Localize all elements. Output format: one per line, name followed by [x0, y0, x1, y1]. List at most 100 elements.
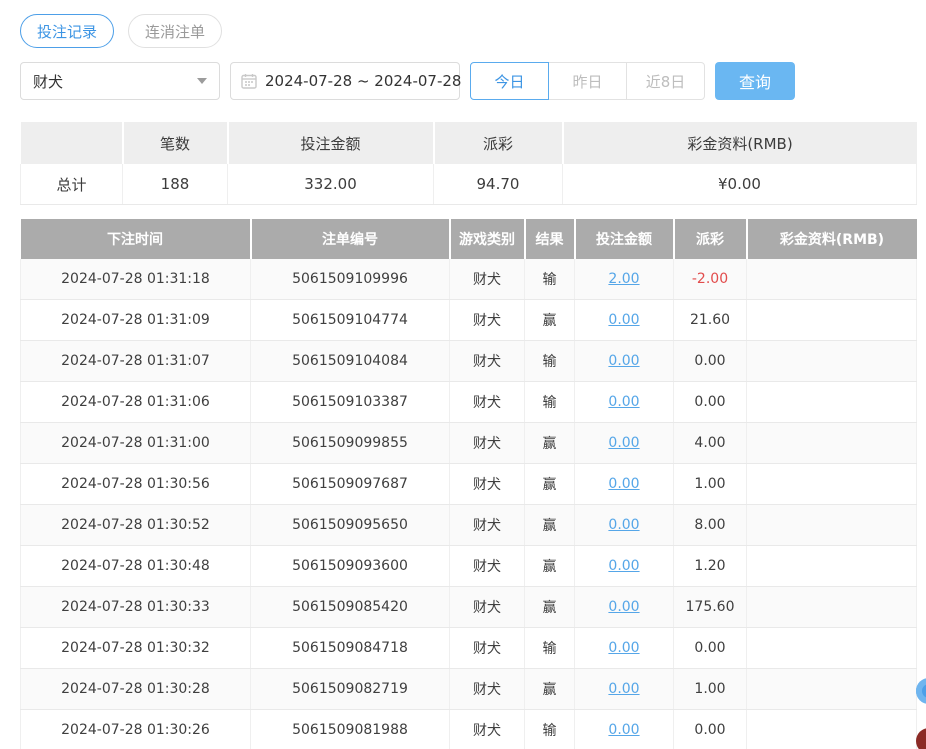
bet-amount-link[interactable]: 0.00 — [608, 599, 639, 615]
records-header-result: 结果 — [525, 219, 575, 259]
result: 赢 — [525, 300, 575, 341]
bet-amount-link[interactable]: 0.00 — [608, 353, 639, 369]
bet-amount-link[interactable]: 2.00 — [608, 271, 639, 287]
table-row: 2024-07-28 01:30:26 5061509081988 财犬 输 0… — [21, 710, 917, 749]
order-number: 5061509104774 — [251, 300, 450, 341]
tab-cancelled-orders[interactable]: 连消注单 — [128, 14, 222, 48]
betting-records-page: 投注记录 连消注单 财犬 2024-07-28 — [0, 0, 926, 749]
floating-button-blue[interactable] — [916, 678, 926, 704]
bet-amount-link[interactable]: 0.00 — [608, 394, 639, 410]
bonus-amount — [747, 423, 917, 464]
payout-amount: 0.00 — [674, 628, 747, 669]
order-number: 5061509099855 — [251, 423, 450, 464]
result: 赢 — [525, 505, 575, 546]
order-number: 5061509082719 — [251, 669, 450, 710]
bet-amount-cell: 2.00 — [575, 259, 674, 300]
bonus-amount — [747, 710, 917, 749]
quick-range-yesterday[interactable]: 昨日 — [548, 62, 627, 100]
table-row: 2024-07-28 01:31:06 5061509103387 财犬 输 0… — [21, 382, 917, 423]
order-number: 5061509081988 — [251, 710, 450, 749]
game-type: 财犬 — [450, 628, 525, 669]
date-range-input[interactable]: 2024-07-28 ~ 2024-07-28 — [230, 62, 460, 100]
bet-amount-cell: 0.00 — [575, 300, 674, 341]
bonus-amount — [747, 546, 917, 587]
table-row: 2024-07-28 01:30:52 5061509095650 财犬 赢 0… — [21, 505, 917, 546]
summary-total-payout: 94.70 — [434, 164, 563, 205]
bonus-amount — [747, 259, 917, 300]
bet-time: 2024-07-28 01:30:32 — [21, 628, 251, 669]
payout-amount: 1.00 — [674, 669, 747, 710]
payout-amount: 175.60 — [674, 587, 747, 628]
order-number: 5061509103387 — [251, 382, 450, 423]
bet-amount-link[interactable]: 0.00 — [608, 312, 639, 328]
bet-amount-link[interactable]: 0.00 — [608, 722, 639, 738]
game-type: 财犬 — [450, 546, 525, 587]
bet-time: 2024-07-28 01:30:26 — [21, 710, 251, 749]
bonus-amount — [747, 464, 917, 505]
order-number: 5061509084718 — [251, 628, 450, 669]
bet-amount-link[interactable]: 0.00 — [608, 681, 639, 697]
bet-amount-link[interactable]: 0.00 — [608, 435, 639, 451]
game-type: 财犬 — [450, 259, 525, 300]
result: 赢 — [525, 669, 575, 710]
result: 输 — [525, 259, 575, 300]
bet-amount-link[interactable]: 0.00 — [608, 476, 639, 492]
payout-amount: 8.00 — [674, 505, 747, 546]
bet-amount-cell: 0.00 — [575, 628, 674, 669]
game-type: 财犬 — [450, 587, 525, 628]
bet-amount-link[interactable]: 0.00 — [608, 517, 639, 533]
result: 赢 — [525, 546, 575, 587]
order-number: 5061509095650 — [251, 505, 450, 546]
bet-amount-cell: 0.00 — [575, 382, 674, 423]
result: 输 — [525, 341, 575, 382]
summary-header-count: 笔数 — [123, 122, 228, 164]
summary-header-payout: 派彩 — [434, 122, 563, 164]
tab-betting-records[interactable]: 投注记录 — [20, 14, 114, 48]
table-row: 2024-07-28 01:30:48 5061509093600 财犬 赢 0… — [21, 546, 917, 587]
floating-button-red[interactable] — [916, 728, 926, 749]
payout-amount: -2.00 — [674, 259, 747, 300]
payout-amount: 1.00 — [674, 464, 747, 505]
result: 输 — [525, 710, 575, 749]
bet-time: 2024-07-28 01:31:06 — [21, 382, 251, 423]
summary-total-bonus: ¥0.00 — [563, 164, 917, 205]
bet-time: 2024-07-28 01:31:18 — [21, 259, 251, 300]
bonus-amount — [747, 628, 917, 669]
table-row: 2024-07-28 01:31:07 5061509104084 财犬 输 0… — [21, 341, 917, 382]
records-table: 下注时间 注单编号 游戏类别 结果 投注金额 派彩 彩金资料(RMB) 2024… — [20, 219, 917, 749]
payout-amount: 1.20 — [674, 546, 747, 587]
bet-amount-link[interactable]: 0.00 — [608, 558, 639, 574]
bet-amount-cell: 0.00 — [575, 587, 674, 628]
summary-total-bet-amount: 332.00 — [228, 164, 434, 205]
quick-range-group: 今日 昨日 近8日 — [470, 62, 705, 100]
game-type: 财犬 — [450, 300, 525, 341]
bet-amount-cell: 0.00 — [575, 423, 674, 464]
game-type-select[interactable]: 财犬 — [20, 62, 220, 100]
search-button[interactable]: 查询 — [715, 62, 795, 100]
bonus-amount — [747, 341, 917, 382]
quick-range-today[interactable]: 今日 — [470, 62, 549, 100]
order-number: 5061509109996 — [251, 259, 450, 300]
quick-range-last-8-days[interactable]: 近8日 — [626, 62, 705, 100]
order-number: 5061509097687 — [251, 464, 450, 505]
order-number: 5061509104084 — [251, 341, 450, 382]
bet-amount-cell: 0.00 — [575, 546, 674, 587]
result: 输 — [525, 628, 575, 669]
bet-time: 2024-07-28 01:31:07 — [21, 341, 251, 382]
result: 赢 — [525, 587, 575, 628]
result: 赢 — [525, 464, 575, 505]
bet-time: 2024-07-28 01:30:56 — [21, 464, 251, 505]
game-type: 财犬 — [450, 341, 525, 382]
bet-time: 2024-07-28 01:31:09 — [21, 300, 251, 341]
records-header-game: 游戏类别 — [450, 219, 525, 259]
game-type: 财犬 — [450, 423, 525, 464]
tabs-row: 投注记录 连消注单 — [0, 0, 926, 48]
records-header-bet: 投注金额 — [575, 219, 674, 259]
calendar-icon — [241, 73, 257, 89]
table-row: 2024-07-28 01:31:00 5061509099855 财犬 赢 0… — [21, 423, 917, 464]
records-header-payout: 派彩 — [674, 219, 747, 259]
game-type: 财犬 — [450, 464, 525, 505]
summary-total-label: 总计 — [21, 164, 123, 205]
bet-amount-link[interactable]: 0.00 — [608, 640, 639, 656]
table-row: 2024-07-28 01:31:09 5061509104774 财犬 赢 0… — [21, 300, 917, 341]
